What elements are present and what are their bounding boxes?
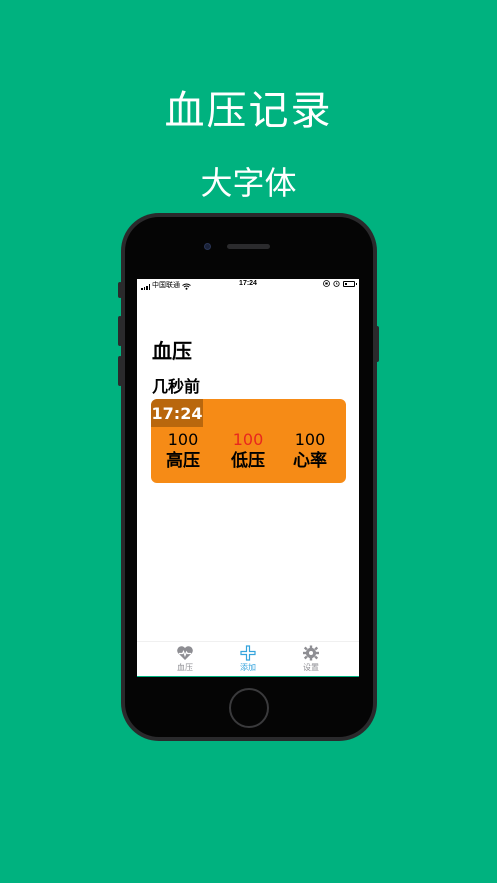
bp-record-card[interactable]: 17:24 100 高压 100 低压 100 心率 <box>151 399 346 483</box>
promo-title: 血压记录 <box>164 88 333 134</box>
tab-blood-pressure-label: 血压 <box>177 663 193 672</box>
heart-rate-value: 100 <box>294 430 326 449</box>
heart-rate-label: 心率 <box>293 451 327 471</box>
systolic-value: 100 <box>167 430 199 449</box>
heart-pulse-icon <box>177 646 193 660</box>
tab-add[interactable]: 添加 <box>218 645 278 673</box>
volume-up-button <box>118 316 122 346</box>
screen-bottom-edge <box>137 676 359 677</box>
record-time: 17:24 <box>151 399 203 427</box>
section-title: 几秒前 <box>152 377 201 396</box>
diastolic-value: 100 <box>232 430 264 449</box>
status-right <box>323 280 357 287</box>
tab-blood-pressure[interactable]: 血压 <box>155 645 215 673</box>
alarm-icon <box>333 280 340 287</box>
front-camera <box>204 243 211 250</box>
plus-icon <box>240 645 256 661</box>
status-bar: 中国联通 17:24 <box>137 279 359 290</box>
tab-add-label: 添加 <box>240 663 256 672</box>
power-button <box>375 326 379 362</box>
mute-switch <box>118 282 122 298</box>
tab-bar: 血压 添加 设置 <box>137 641 359 677</box>
diastolic-label: 低压 <box>231 451 265 471</box>
gear-icon <box>303 645 319 661</box>
orientation-lock-icon <box>323 280 330 287</box>
battery-icon <box>343 280 357 287</box>
earpiece-speaker <box>227 244 270 249</box>
promo-subtitle: 大字体 <box>200 164 297 202</box>
volume-down-button <box>118 356 122 386</box>
app-screen: 中国联通 17:24 血压 几秒前 17:24 100 高压 100 低压 10… <box>137 279 359 677</box>
tab-settings[interactable]: 设置 <box>281 645 341 673</box>
tab-settings-label: 设置 <box>303 663 319 672</box>
metric-diastolic: 100 低压 <box>216 430 280 472</box>
systolic-label: 高压 <box>166 451 200 471</box>
metric-systolic: 100 高压 <box>151 430 215 472</box>
metric-heart-rate: 100 心率 <box>278 430 342 472</box>
home-button[interactable] <box>229 688 269 728</box>
page-title: 血压 <box>152 339 192 363</box>
